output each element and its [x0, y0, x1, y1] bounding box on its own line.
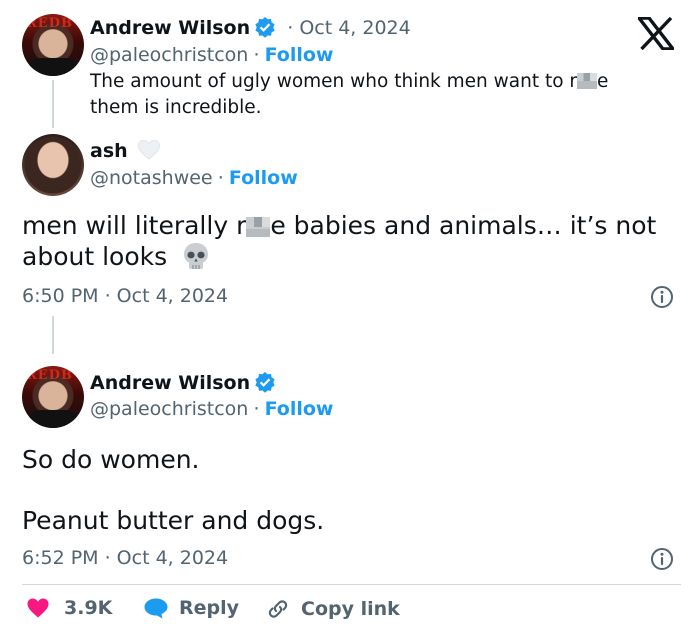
thread-connector — [52, 316, 54, 354]
censored-pixels — [246, 217, 271, 237]
avatar[interactable]: REDB — [22, 366, 84, 428]
tweet-text: The amount of ugly women who think men w… — [90, 71, 609, 118]
tweet-text-line-2: Peanut butter and dogs. — [22, 506, 325, 535]
author-name[interactable]: Andrew Wilson — [90, 17, 250, 39]
info-icon[interactable] — [650, 285, 674, 309]
separator-dot: · — [253, 44, 260, 66]
verified-badge-icon — [254, 371, 276, 393]
follow-button[interactable]: Follow — [229, 167, 298, 189]
reply-button[interactable]: Reply — [143, 597, 239, 619]
timestamp[interactable]: 6:50 PM · Oct 4, 2024 — [22, 285, 228, 307]
reply-label: Reply — [179, 597, 240, 619]
post-date[interactable]: · Oct 4, 2024 — [287, 17, 411, 39]
avatar[interactable]: REDB — [22, 14, 84, 76]
author-name[interactable]: Andrew Wilson — [90, 372, 250, 394]
author-handle[interactable]: @notashwee — [90, 167, 213, 189]
like-button[interactable]: 3.9K — [26, 597, 112, 619]
reply-bubble-icon — [143, 597, 169, 619]
thread-connector — [52, 80, 54, 128]
separator-dot: · — [253, 398, 260, 420]
info-icon[interactable] — [650, 547, 674, 571]
censored-pixels — [577, 73, 598, 89]
link-icon — [265, 597, 291, 621]
skull-icon — [181, 241, 211, 278]
tweet-text: men will literally re babies and animals… — [22, 210, 692, 278]
author-handle[interactable]: @paleochristcon — [90, 44, 248, 66]
timestamp[interactable]: 6:52 PM · Oct 4, 2024 — [22, 547, 228, 569]
divider — [22, 584, 681, 585]
x-logo-icon[interactable] — [635, 16, 677, 51]
separator-dot: · — [217, 167, 224, 189]
avatar-text: REDB — [26, 16, 73, 31]
heart-outline-icon — [137, 139, 161, 165]
author-handle[interactable]: @paleochristcon — [90, 398, 248, 420]
verified-badge-icon — [254, 16, 276, 38]
author-name[interactable]: ash — [90, 140, 128, 162]
follow-button[interactable]: Follow — [265, 44, 334, 66]
copy-link-label: Copy link — [301, 598, 400, 620]
like-count: 3.9K — [64, 597, 113, 619]
follow-button[interactable]: Follow — [265, 398, 334, 420]
heart-icon — [26, 597, 50, 619]
copy-link-button[interactable]: Copy link — [265, 597, 400, 621]
avatar-text: REDB — [26, 368, 73, 383]
avatar[interactable] — [22, 134, 84, 196]
tweet-text-line-1: So do women. — [22, 445, 200, 474]
